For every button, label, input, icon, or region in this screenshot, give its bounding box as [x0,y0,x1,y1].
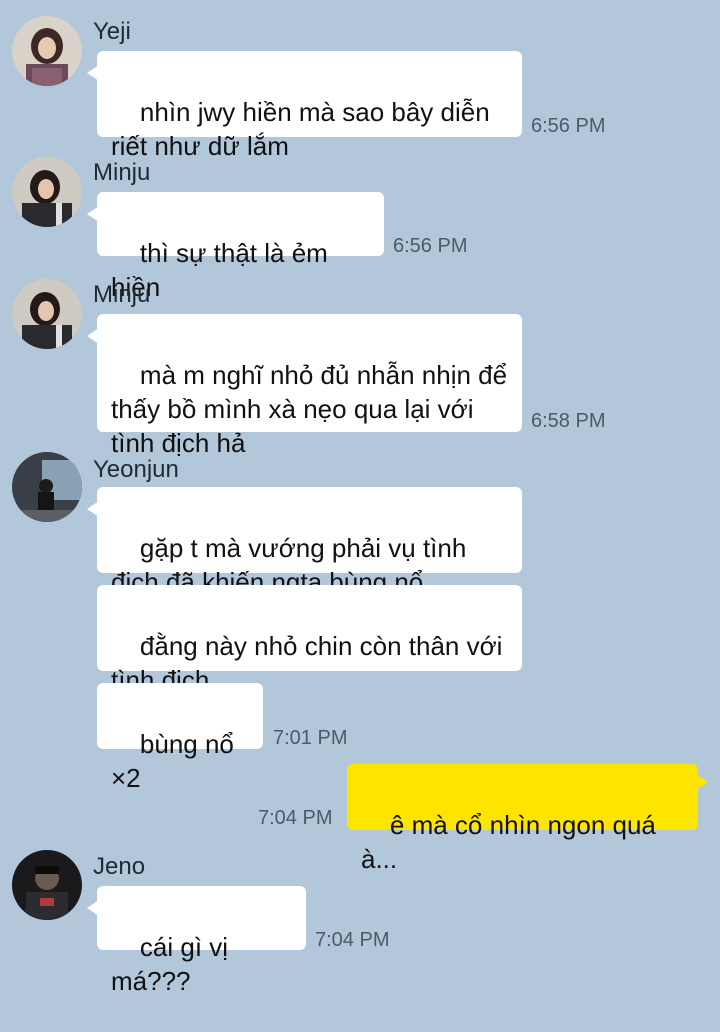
sender-name: Minju [93,159,151,186]
message-time: 6:56 PM [531,115,606,137]
message-time: 6:56 PM [393,235,468,257]
message-bubble[interactable]: gặp t mà vướng phải vụ tình địch đã khiến… [87,487,522,597]
message-line: ê mà cổ nhìn ngon quá à... [361,810,664,874]
message-bubble[interactable]: cái gì vị má??? [87,886,306,996]
avatar-minju[interactable] [12,157,82,227]
message-line: riết như dữ lắm [111,131,289,161]
sender-name: Minju [93,281,151,308]
message-line: thấy bồ mình xà nẹo qua lại với [111,394,474,424]
message-line: gặp t mà vướng phải vụ tình [139,533,467,563]
message-line: nhìn jwy hiền mà sao bây diễn [139,97,490,127]
message-bubble[interactable]: mà m nghĩ nhỏ đủ nhẫn nhịn để thấy bồ mìn… [87,314,522,458]
message-bubble[interactable]: bùng nổ ×2 [97,683,263,793]
avatar-yeji[interactable] [12,16,82,86]
message-line: tình địch hả [111,428,246,458]
message-time: 7:04 PM [258,807,333,829]
avatar-minju[interactable] [12,279,82,349]
message-line: bùng nổ ×2 [111,729,242,793]
sender-name: Jeno [93,853,146,880]
avatar-yeonjun[interactable] [12,452,82,522]
message-bubble[interactable]: đằng này nhỏ chin còn thân với tình địch [97,585,522,695]
message-time: 7:01 PM [273,727,348,749]
message-line: mà m nghĩ nhỏ đủ nhẫn nhịn để [139,360,508,390]
sender-name: Yeonjun [93,456,179,483]
sender-name: Yeji [93,18,131,45]
message-time: 7:04 PM [315,929,390,951]
message-bubble[interactable]: thì sự thật là ẻm hiền [87,192,384,302]
message-time: 6:58 PM [531,410,606,432]
avatar-jeno[interactable] [12,850,82,920]
message-line: cái gì vị má??? [111,932,236,996]
message-line: đằng này nhỏ chin còn thân với [139,631,503,661]
chat-room[interactable]: Yeji nhìn jwy hiền mà sao bây diễn riết n… [0,0,720,996]
message-bubble[interactable]: nhìn jwy hiền mà sao bây diễn riết như dữ… [87,51,522,161]
my-message-bubble[interactable]: ê mà cổ nhìn ngon quá à... [347,764,708,874]
